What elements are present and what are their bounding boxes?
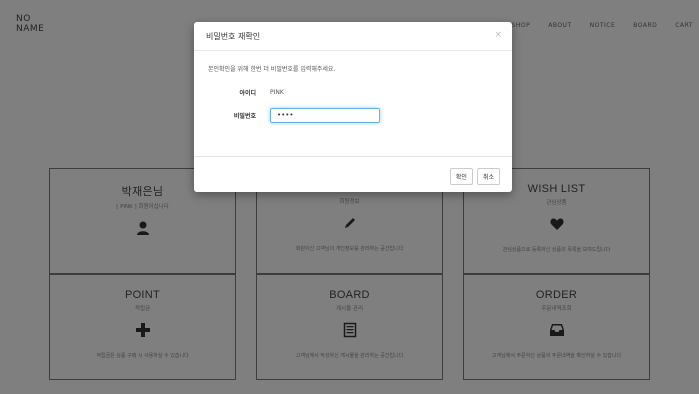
password-input[interactable]: •••• — [270, 108, 380, 123]
password-label: 비밀번호 — [233, 113, 256, 120]
dialog-title: 비밀번호 재확인 — [206, 32, 261, 41]
dialog-header: 비밀번호 재확인 × — [194, 22, 512, 51]
dialog-buttons: 확인 취소 — [449, 168, 500, 185]
confirm-button[interactable]: 확인 — [449, 168, 473, 185]
cancel-button[interactable]: 취소 — [476, 168, 500, 185]
password-confirm-dialog: 비밀번호 재확인 × 본인확인을 위해 한번 더 비밀번호를 입력해주세요. 아… — [194, 22, 512, 192]
close-icon[interactable]: × — [494, 30, 502, 40]
id-row: 아이디 PINK — [208, 88, 284, 97]
dialog-footer-divider — [194, 156, 512, 157]
password-row: 비밀번호 •••• — [208, 108, 380, 123]
id-value: PINK — [270, 89, 284, 96]
dialog-notice: 본인확인을 위해 한번 더 비밀번호를 입력해주세요. — [208, 66, 336, 73]
id-label: 아이디 — [239, 90, 256, 97]
